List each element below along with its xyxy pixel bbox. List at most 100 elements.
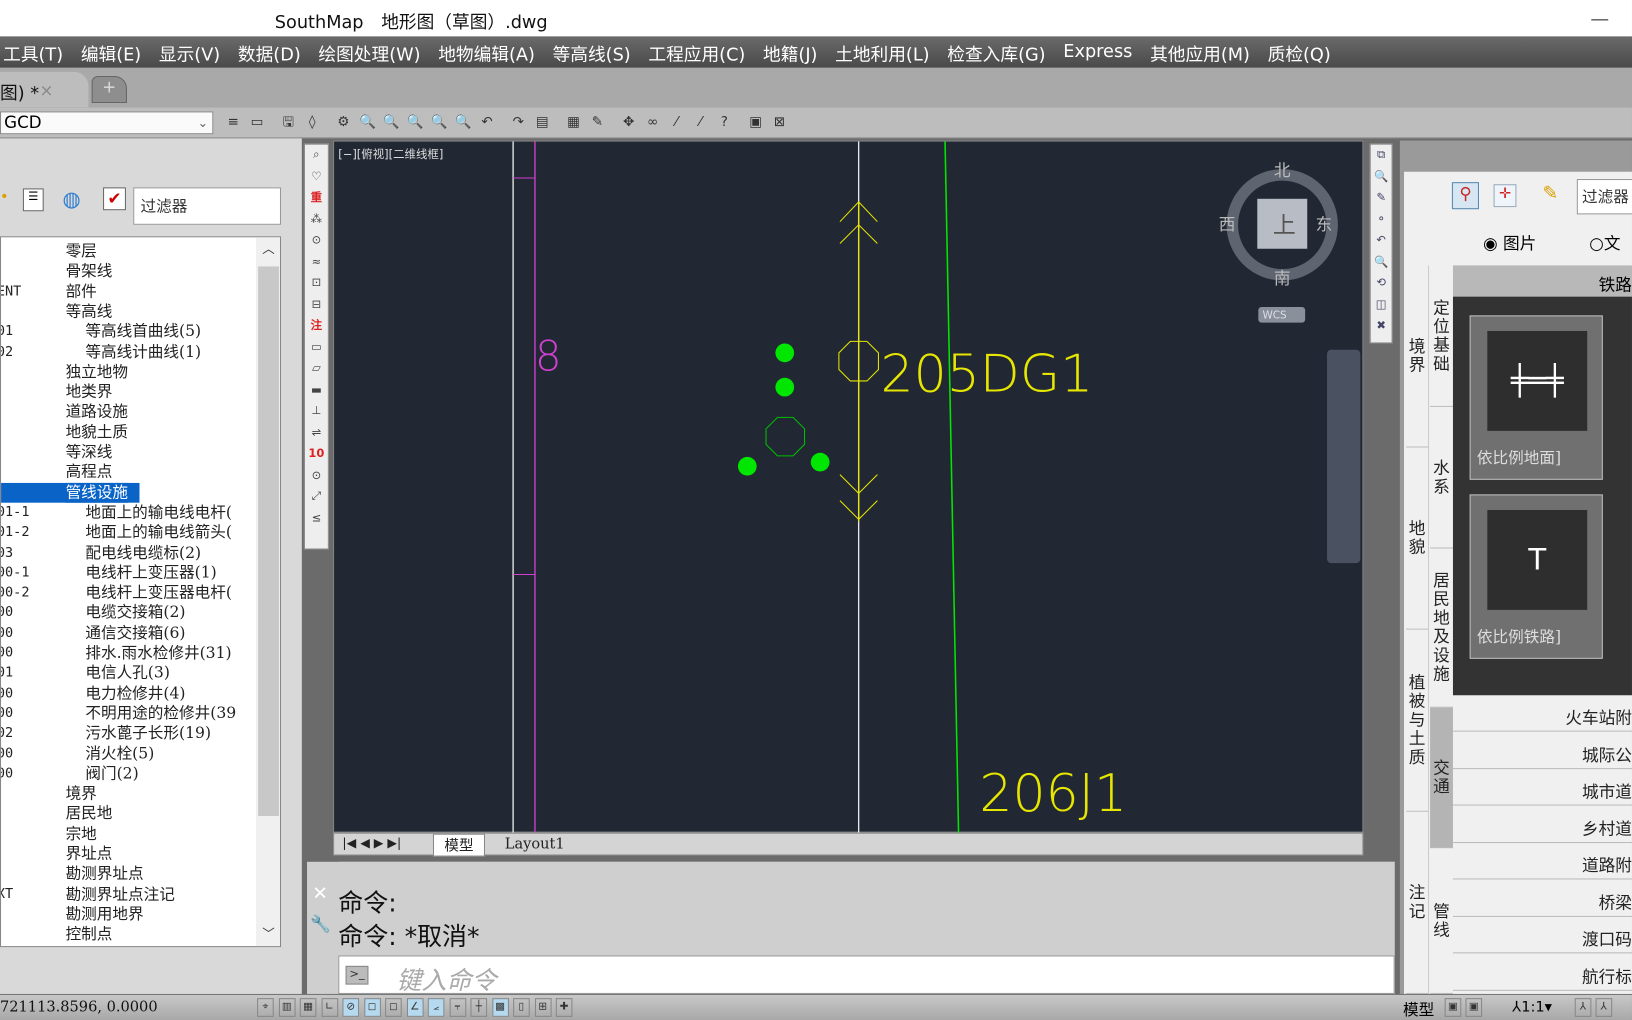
layer-filter-input[interactable]: 过滤器: [133, 187, 282, 225]
navigation-compass[interactable]: 上 北 南 西 东 WCS: [1219, 161, 1338, 323]
tree-item[interactable]: 独立地物: [1, 362, 256, 382]
move-icon[interactable]: ✥: [619, 113, 638, 132]
compass-south[interactable]: 南: [1274, 269, 1291, 288]
navigation-bar[interactable]: [1327, 349, 1361, 564]
compass-east[interactable]: 东: [1316, 215, 1333, 234]
tree-item[interactable]: 境界: [1, 784, 256, 804]
scroll-up-icon[interactable]: ︿: [262, 239, 275, 257]
command-prompt-icon[interactable]: >_: [345, 965, 369, 985]
menu-item[interactable]: 工程应用(C): [645, 39, 760, 65]
quick-props-icon[interactable]: ✚: [555, 998, 573, 1017]
tree-item[interactable]: 02 污水蓖子长形(19): [1, 724, 256, 744]
compass-west[interactable]: 西: [1219, 215, 1236, 234]
layout2-icon[interactable]: ▣: [1465, 998, 1483, 1017]
crosshair-grid-icon[interactable]: ✛: [1493, 184, 1517, 208]
3dosnap-icon[interactable]: ◻: [385, 998, 402, 1017]
menu-item[interactable]: 土地利用(L): [832, 39, 944, 65]
radio-picture[interactable]: ◉ 图片: [1483, 229, 1536, 254]
menu-item[interactable]: 显示(V): [156, 39, 235, 65]
osnap-icon[interactable]: ◻: [363, 998, 381, 1017]
close-tab-icon[interactable]: ×: [40, 80, 54, 100]
arc-icon[interactable]: ↶: [1371, 230, 1392, 251]
menu-item[interactable]: 等高线(S): [549, 39, 645, 65]
tree-item[interactable]: 宗地: [1, 824, 256, 844]
3d-icon[interactable]: ▣: [746, 113, 765, 132]
tree-item[interactable]: 01-1 地面上的输电线电杆(: [1, 503, 256, 523]
nodes-icon[interactable]: ⁂: [305, 209, 328, 230]
tree-item[interactable]: 00-2 电线杆上变压器电杆(: [1, 583, 256, 603]
box-icon[interactable]: ▭: [305, 337, 328, 358]
category-tab[interactable]: 境界: [1406, 265, 1430, 448]
lineweight-icon[interactable]: ┼: [470, 998, 488, 1017]
ortho-icon[interactable]: ∟: [321, 998, 338, 1017]
grid-icon[interactable]: ▦: [564, 113, 583, 132]
tree-item[interactable]: 00 电力检修井(4): [1, 683, 256, 703]
list-icon[interactable]: ☰: [22, 188, 44, 212]
zoom-extents-icon[interactable]: 🔍: [406, 113, 425, 132]
subcategory-tab[interactable]: 交通: [1430, 707, 1453, 849]
menu-item[interactable]: 地籍(J): [760, 39, 832, 65]
annotation-visibility-icon[interactable]: ⅄: [1574, 998, 1592, 1017]
command-input[interactable]: 键入命令 >_: [338, 955, 1395, 995]
symbol-list-item[interactable]: 火车站附: [1452, 695, 1632, 732]
subcategory-tab[interactable]: 定位基础: [1430, 265, 1453, 407]
ucs-menu[interactable]: WCS: [1262, 309, 1287, 321]
tree-item[interactable]: 00 消火栓(5): [1, 744, 256, 764]
tree-item[interactable]: 道路设施: [1, 402, 256, 422]
annotate-icon[interactable]: 注: [305, 315, 328, 336]
tree-item[interactable]: 面积注记: [1, 945, 256, 947]
tree-item[interactable]: 00-1 电线杆上变压器(1): [1, 563, 256, 583]
code-search-icon[interactable]: ⌕: [305, 145, 328, 166]
menu-item[interactable]: 地物编辑(A): [435, 39, 549, 65]
layer-icon[interactable]: ▤: [533, 113, 552, 132]
annotation-monitor-icon[interactable]: ⊞: [534, 998, 552, 1017]
layer-state-icon[interactable]: ⧉: [1371, 145, 1392, 166]
scrollbar-thumb[interactable]: [258, 266, 279, 816]
tree-item[interactable]: 01 电信人孔(3): [1, 663, 256, 683]
tree-item[interactable]: 地貌土质: [1, 422, 256, 442]
menu-item[interactable]: 编辑(E): [78, 39, 156, 65]
frame2-icon[interactable]: ⊟: [305, 294, 328, 315]
tree-item[interactable]: 03 配电线电缆标(2): [1, 543, 256, 563]
zoom-window-icon[interactable]: 🔍: [1371, 251, 1392, 272]
help-icon[interactable]: ?: [715, 113, 734, 132]
undo-icon[interactable]: ↶: [478, 113, 497, 132]
autoscale-icon[interactable]: ⅄: [1595, 998, 1613, 1017]
elevation-icon[interactable]: 10: [305, 443, 328, 464]
tree-item[interactable]: 管线设施: [1, 482, 257, 503]
tree-item[interactable]: 00 通信交接箱(6): [1, 623, 256, 643]
document-tab[interactable]: 图) * ×: [0, 71, 89, 108]
polar-icon[interactable]: ⊘: [342, 998, 360, 1017]
redo-icon[interactable]: ↷: [509, 113, 528, 132]
filter-checkbox[interactable]: ✔: [103, 187, 126, 211]
paint-brush-icon[interactable]: ✎: [1542, 182, 1558, 204]
tree-item[interactable]: 等高线: [1, 302, 256, 322]
symbol-tile[interactable]: T 依比例铁路]: [1469, 494, 1603, 659]
category-tab[interactable]: 地貌: [1406, 447, 1430, 630]
symbol-filter-input[interactable]: 过滤器: [1576, 179, 1632, 215]
subcategory-tab[interactable]: 管线: [1430, 848, 1453, 994]
menu-item[interactable]: 绘图处理(W): [315, 39, 435, 65]
tree-item[interactable]: 00 电缆交接箱(2): [1, 603, 256, 623]
frame-icon[interactable]: ⊡: [305, 273, 328, 294]
zoom-icon[interactable]: 🔍: [1371, 166, 1392, 187]
dyn-icon[interactable]: ⫧: [449, 998, 466, 1017]
open-icon[interactable]: ▭: [248, 113, 267, 132]
symbol-list-item[interactable]: 道路附: [1452, 843, 1632, 880]
radio-text[interactable]: ○文: [1589, 229, 1620, 254]
tree-scrollbar[interactable]: ︿ ﹀: [256, 237, 280, 947]
tree-item[interactable]: ENT 部件: [1, 282, 256, 302]
zoom-previous-icon[interactable]: ⟲: [1371, 273, 1392, 294]
menu-item[interactable]: 工具(T): [0, 39, 78, 65]
subcategory-tab[interactable]: 水系: [1430, 406, 1453, 549]
compass-top-face[interactable]: 上: [1273, 213, 1296, 239]
tree-item[interactable]: 控制点: [1, 924, 256, 944]
tree-item[interactable]: 高程点: [1, 462, 256, 482]
tab-layout1[interactable]: Layout1: [499, 836, 571, 853]
transparency-icon[interactable]: ▩: [491, 998, 509, 1017]
diagonal-icon[interactable]: ⤢: [305, 486, 328, 507]
tree-item[interactable]: 00 阀门(2): [1, 764, 256, 784]
tree-item[interactable]: XT 勘测界址点注记: [1, 884, 256, 904]
zigzag-icon[interactable]: ≤: [305, 507, 328, 528]
tree-item[interactable]: 零层: [1, 241, 256, 261]
